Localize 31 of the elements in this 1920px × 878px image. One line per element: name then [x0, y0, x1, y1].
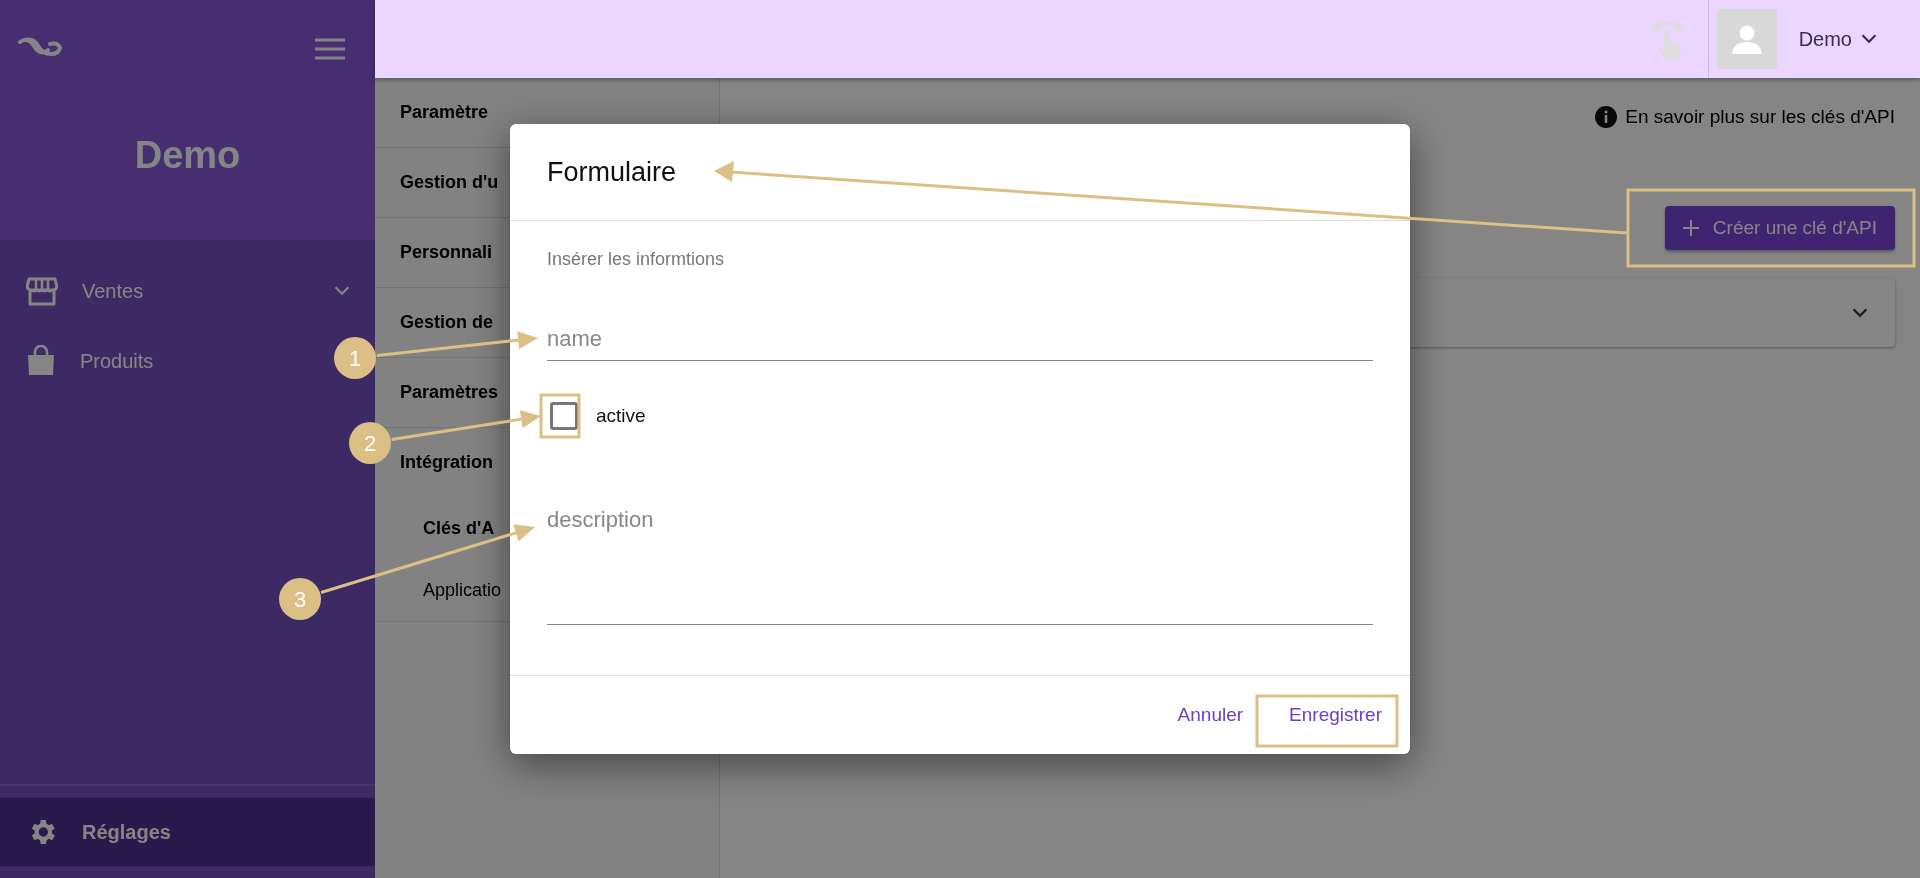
callout-badge: 3 [279, 578, 321, 620]
description-field[interactable]: description [547, 503, 1373, 625]
sidebar-item[interactable]: Produits [0, 326, 325, 396]
plus-icon [1682, 220, 1699, 236]
sidebar-item[interactable]: Ventes [0, 256, 375, 326]
dialog-subtitle: Insérer les informtions [547, 249, 726, 270]
menu-item[interactable]: Clés d'A [423, 517, 495, 539]
menu-item[interactable]: Paramètres [400, 382, 499, 403]
cancel-button[interactable]: Annuler [1167, 696, 1254, 734]
menu-item[interactable]: Paramètre [400, 102, 489, 123]
callout-badge: 1 [334, 337, 376, 379]
store-icon [26, 276, 58, 306]
menu-item[interactable]: Intégration [400, 452, 493, 473]
checkbox-label: active [596, 405, 646, 427]
menu-item[interactable]: Gestion d'u [400, 172, 499, 193]
create-api-key-button[interactable]: Créer une clé d'API [1664, 206, 1895, 250]
sidebar-item[interactable]: Réglages [0, 798, 375, 866]
user-menu[interactable]: Demo [1798, 27, 1880, 51]
info-icon [1595, 106, 1618, 128]
brand-name: Demo [134, 134, 241, 177]
callout-badge: 2 [349, 422, 391, 464]
name-field[interactable]: name [547, 318, 1373, 361]
highlight-frame [539, 393, 581, 439]
menu-icon[interactable] [315, 38, 345, 60]
checkbox[interactable] [550, 402, 578, 430]
help-link[interactable]: En savoir plus sur les clés d'API [1625, 106, 1895, 128]
shopping-bag-icon [26, 345, 56, 377]
menu-item[interactable]: Personnali [400, 242, 493, 263]
menu-item[interactable]: Gestion de [400, 312, 493, 333]
save-button[interactable]: Enregistrer [1279, 696, 1392, 734]
menu-item[interactable]: Applicatio [423, 579, 502, 601]
